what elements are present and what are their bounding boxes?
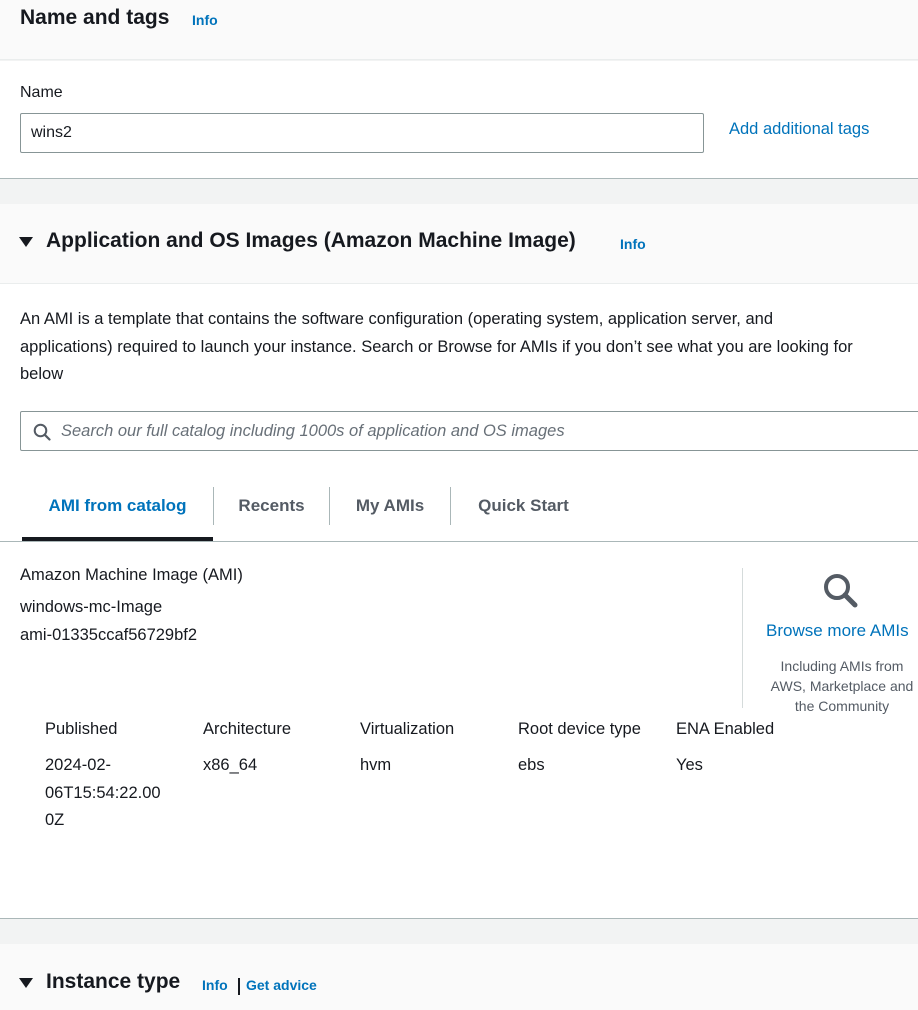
ena-enabled-value-line: Yes	[676, 756, 703, 774]
published-value: 2024-02- 06T15:54:22.00 0Z	[45, 752, 161, 835]
browse-note-line: Including AMIs from	[780, 658, 904, 674]
virtualization-value-line: hvm	[360, 756, 392, 774]
ami-description-line: An AMI is a template that contains the s…	[20, 310, 773, 328]
search-icon	[824, 574, 858, 608]
architecture-value-line: x86_64	[203, 756, 258, 774]
root-device-type-label: Root device type	[518, 720, 641, 738]
tab-ami-from-catalog[interactable]: AMI from catalog	[22, 487, 213, 525]
caret-down-icon[interactable]	[19, 237, 33, 247]
tab-quick-start[interactable]: Quick Start	[451, 487, 596, 525]
name-input[interactable]: wins2	[20, 113, 704, 153]
tab-recents[interactable]: Recents	[214, 487, 329, 525]
instance-type-title: Instance type	[46, 970, 181, 993]
published-label: Published	[45, 720, 118, 738]
ami-id: ami-01335ccaf56729bf2	[20, 626, 198, 644]
published-value-line: 2024-02-	[45, 756, 112, 774]
virtualization-value: hvm	[360, 752, 391, 780]
search-icon	[33, 423, 51, 441]
name-label: Name	[20, 84, 63, 101]
root-device-type-value-line: ebs	[518, 756, 545, 774]
page: Name and tags Info Name wins2 Add additi…	[0, 0, 918, 1010]
ena-enabled-value: Yes	[676, 752, 703, 780]
browse-note: Including AMIs from AWS, Marketplace and…	[758, 656, 918, 716]
link-separator	[238, 978, 240, 995]
browse-note-line: AWS, Marketplace and	[770, 678, 914, 694]
section-divider	[0, 178, 918, 179]
name-tags-title: Name and tags	[20, 6, 170, 29]
caret-down-icon[interactable]	[19, 978, 33, 988]
virtualization-label: Virtualization	[360, 720, 455, 738]
published-value-line: 0Z	[45, 811, 65, 829]
ami-description-line: applications) required to launch your in…	[20, 337, 853, 356]
ami-section-title: Application and OS Images (Amazon Machin…	[46, 229, 576, 252]
browse-note-line: the Community	[794, 698, 890, 714]
ami-name: windows-mc-Image	[20, 598, 163, 616]
architecture-label: Architecture	[203, 720, 292, 738]
active-tab-indicator	[22, 537, 213, 541]
instance-type-info-link[interactable]: Info	[202, 977, 228, 993]
ami-description-line: below	[20, 365, 64, 383]
browse-more-amis-link[interactable]: Browse more AMIs	[766, 621, 909, 641]
ami-search-input[interactable]: Search our full catalog including 1000s …	[20, 411, 918, 451]
root-device-type-value: ebs	[518, 752, 545, 780]
name-tags-info-link[interactable]: Info	[192, 12, 218, 28]
add-additional-tags-link[interactable]: Add additional tags	[729, 120, 869, 139]
tab-my-amis[interactable]: My AMIs	[330, 487, 450, 525]
ami-heading: Amazon Machine Image (AMI)	[20, 566, 243, 584]
get-advice-link[interactable]: Get advice	[246, 977, 317, 993]
section-divider	[0, 918, 918, 919]
ami-section-info-link[interactable]: Info	[620, 236, 646, 252]
published-value-line: 06T15:54:22.00	[45, 783, 161, 802]
browse-divider	[742, 568, 743, 708]
tabs-baseline	[0, 541, 918, 542]
ena-enabled-label: ENA Enabled	[676, 720, 775, 738]
architecture-value: x86_64	[203, 752, 257, 780]
ami-description: An AMI is a template that contains the s…	[20, 306, 918, 389]
search-placeholder: Search our full catalog including 1000s …	[61, 422, 565, 440]
